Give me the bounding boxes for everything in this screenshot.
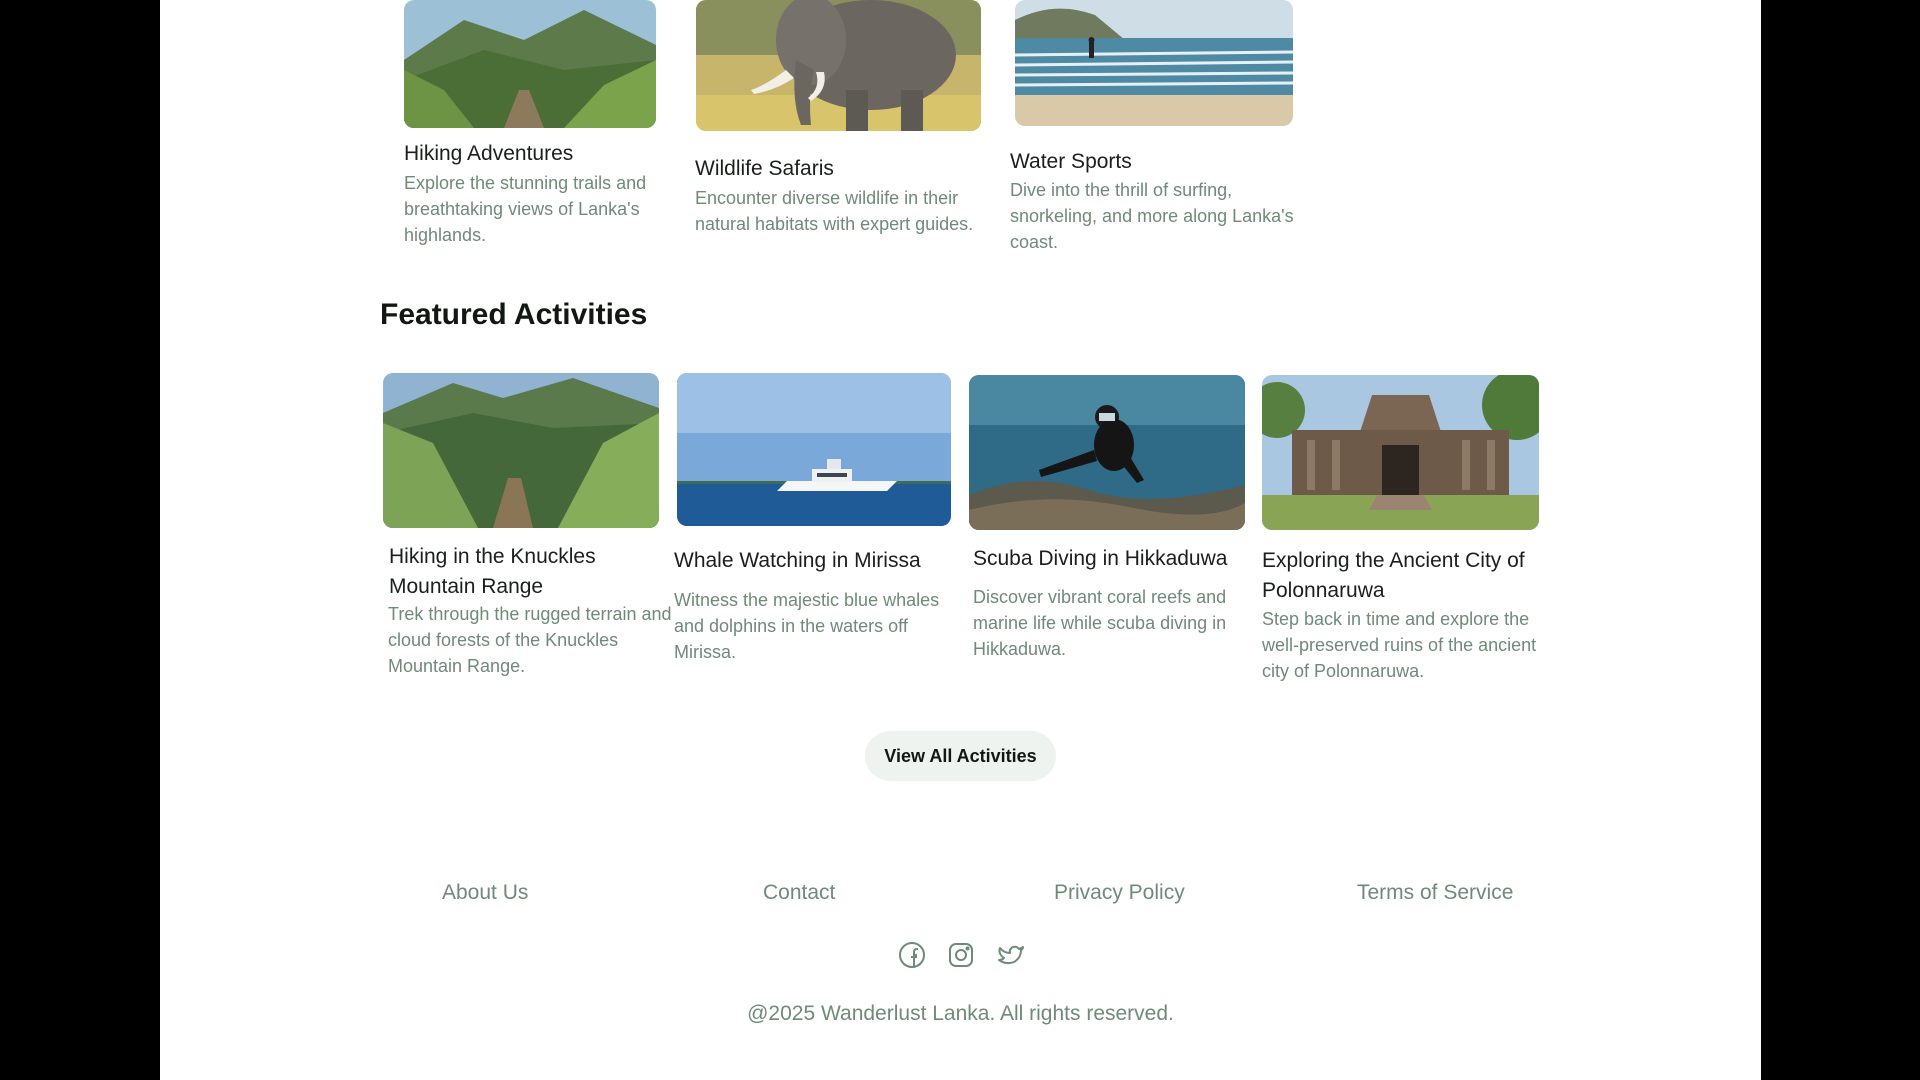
- category-description: Encounter diverse wildlife in their natu…: [695, 188, 974, 234]
- footer-link-about[interactable]: About Us: [442, 881, 528, 905]
- category-title: Water Sports: [1010, 150, 1132, 173]
- page: Hiking Adventures Explore the stunning t…: [160, 0, 1761, 1080]
- facebook-icon[interactable]: [897, 940, 927, 970]
- category-image-water-sports: [1015, 0, 1293, 126]
- category-title: Cultural Experiences: [1326, 147, 1520, 170]
- featured-activities-heading: Featured Activities: [380, 298, 648, 331]
- activity-description: Witness the majestic blue whales and dol…: [674, 590, 940, 662]
- activity-description: Step back in time and explore the well-p…: [1262, 609, 1537, 681]
- category-description: Explore the stunning trails and breathta…: [404, 173, 647, 245]
- category-description: Dive into the thrill of surfing, snorkel…: [1010, 180, 1294, 252]
- category-title: Wildlife Safaris: [695, 157, 834, 180]
- activity-image-whale-watching: [677, 373, 951, 526]
- category-description: Immerse yourself in the rich h and tradi…: [1326, 177, 1563, 249]
- view-all-activities-button[interactable]: View All Activities: [865, 731, 1056, 781]
- footer-link-terms[interactable]: Terms of Service: [1357, 881, 1513, 905]
- category-image-cultural: [1327, 0, 1551, 123]
- activity-description: Discover vibrant coral reefs and marine …: [973, 587, 1227, 659]
- category-title: Hiking Adventures: [404, 142, 574, 165]
- activity-image-polonnaruwa: [1262, 375, 1539, 530]
- activity-image-scuba: [969, 375, 1245, 530]
- activity-title: Scuba Diving in Hikkaduwa: [973, 547, 1228, 570]
- activity-description: Trek through the rugged terrain and clou…: [388, 604, 672, 676]
- activity-title: Exploring the Ancient City of Polonnaruw…: [1262, 549, 1525, 602]
- category-image-wildlife: [696, 0, 981, 131]
- footer-link-contact[interactable]: Contact: [763, 881, 835, 905]
- footer-link-privacy[interactable]: Privacy Policy: [1054, 881, 1185, 905]
- activity-title: Hiking in the Knuckles Mountain Range: [389, 545, 596, 598]
- instagram-icon[interactable]: [946, 940, 976, 970]
- twitter-icon[interactable]: [996, 940, 1026, 970]
- copyright-text: @2025 Wanderlust Lanka. All rights reser…: [747, 1002, 1174, 1025]
- activity-image-knuckles: [383, 373, 659, 528]
- category-image-hiking: [404, 0, 656, 128]
- activity-title: Whale Watching in Mirissa: [674, 549, 921, 572]
